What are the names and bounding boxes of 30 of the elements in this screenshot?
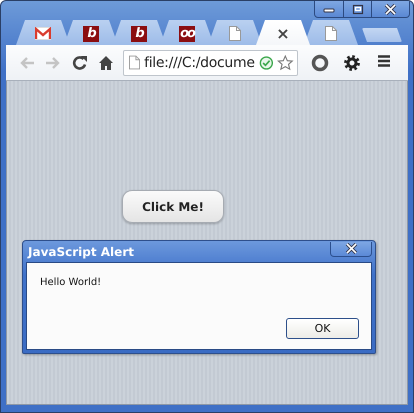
star-icon[interactable] (277, 54, 294, 72)
ring-icon[interactable] (311, 54, 329, 72)
page-icon (129, 55, 140, 70)
home-icon[interactable] (98, 55, 114, 70)
menu-icon[interactable] (377, 54, 391, 68)
window-minimize-button[interactable] (314, 1, 344, 18)
dialog-close-icon (344, 243, 358, 254)
mail-icon (35, 27, 51, 40)
window-maximize-button[interactable] (344, 1, 372, 18)
logo-icon: b (83, 26, 99, 42)
logo-icon: oo (179, 26, 195, 42)
alert-message: Hello World! (40, 277, 102, 290)
page-icon (325, 26, 337, 41)
close-icon (384, 4, 397, 14)
logo-icon: b (131, 26, 147, 42)
click-me-button[interactable]: Click Me! (122, 190, 224, 223)
window-close-button[interactable] (372, 1, 410, 18)
reload-icon[interactable] (72, 54, 88, 70)
tab-close-button[interactable]: × (276, 26, 290, 42)
dialog-title: JavaScript Alert (26, 244, 135, 258)
check-icon (258, 54, 274, 70)
browser-tab[interactable]: × (256, 20, 310, 45)
maximize-icon (352, 4, 364, 14)
settings-icon[interactable] (343, 54, 361, 72)
page-icon (229, 26, 241, 41)
ok-button[interactable]: OK (286, 318, 359, 339)
dialog-close-button[interactable] (330, 242, 372, 256)
url-text: file:///C:/docume (144, 54, 255, 70)
new-tab-button[interactable] (362, 28, 402, 42)
address-bar[interactable]: file:///C:/docume (123, 50, 298, 76)
